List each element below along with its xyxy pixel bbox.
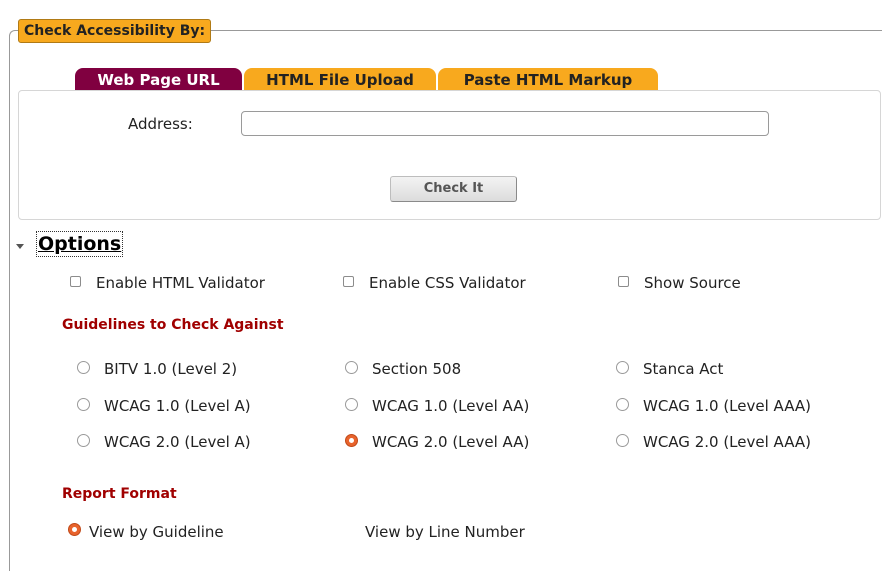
checkbox-show-source[interactable]	[618, 276, 629, 287]
label-show-source: Show Source	[644, 274, 741, 292]
label-wcag-1-0-level-a: WCAG 1.0 (Level A)	[104, 397, 251, 415]
address-label: Address:	[128, 115, 193, 133]
check-it-button[interactable]: Check It	[390, 176, 517, 202]
guidelines-heading: Guidelines to Check Against	[62, 317, 284, 333]
radio-stanca-act[interactable]	[616, 361, 629, 374]
checkbox-enable-css-validator[interactable]	[343, 276, 354, 287]
label-wcag-2-0-level-aa: WCAG 2.0 (Level AA)	[372, 433, 530, 451]
label-bitv-1-0-level-2: BITV 1.0 (Level 2)	[104, 360, 238, 378]
label-wcag-2-0-level-aaa: WCAG 2.0 (Level AAA)	[643, 433, 812, 451]
tab-paste-html-markup[interactable]: Paste HTML Markup	[438, 68, 658, 92]
address-input[interactable]	[241, 111, 769, 136]
radio-wcag-2-0-level-aa[interactable]	[345, 434, 358, 447]
radio-wcag-2-0-level-a[interactable]	[77, 434, 90, 447]
tab-html-file-upload[interactable]: HTML File Upload	[244, 68, 436, 92]
label-view-by-guideline: View by Guideline	[89, 523, 224, 541]
radio-view-by-line-number[interactable]	[344, 523, 357, 536]
label-view-by-line-number: View by Line Number	[365, 523, 525, 541]
checkbox-enable-html-validator[interactable]	[70, 276, 81, 287]
radio-section-508[interactable]	[345, 361, 358, 374]
report-format-heading: Report Format	[62, 486, 177, 502]
label-section-508: Section 508	[372, 360, 462, 378]
label-wcag-2-0-level-a: WCAG 2.0 (Level A)	[104, 433, 251, 451]
label-wcag-1-0-level-aa: WCAG 1.0 (Level AA)	[372, 397, 530, 415]
radio-wcag-1-0-level-aa[interactable]	[345, 398, 358, 411]
label-wcag-1-0-level-aaa: WCAG 1.0 (Level AAA)	[643, 397, 812, 415]
label-enable-css-validator: Enable CSS Validator	[369, 274, 526, 292]
radio-wcag-1-0-level-a[interactable]	[77, 398, 90, 411]
radio-bitv-1-0-level-2[interactable]	[77, 361, 90, 374]
radio-wcag-1-0-level-aaa[interactable]	[616, 398, 629, 411]
radio-view-by-guideline[interactable]	[68, 523, 81, 536]
chevron-down-icon[interactable]	[16, 244, 24, 249]
label-stanca-act: Stanca Act	[643, 360, 724, 378]
tab-web-page-url[interactable]: Web Page URL	[75, 68, 242, 92]
radio-wcag-2-0-level-aaa[interactable]	[616, 434, 629, 447]
fieldset-legend: Check Accessibility By:	[18, 19, 212, 43]
options-toggle[interactable]: Options	[35, 231, 124, 257]
label-enable-html-validator: Enable HTML Validator	[96, 274, 265, 292]
